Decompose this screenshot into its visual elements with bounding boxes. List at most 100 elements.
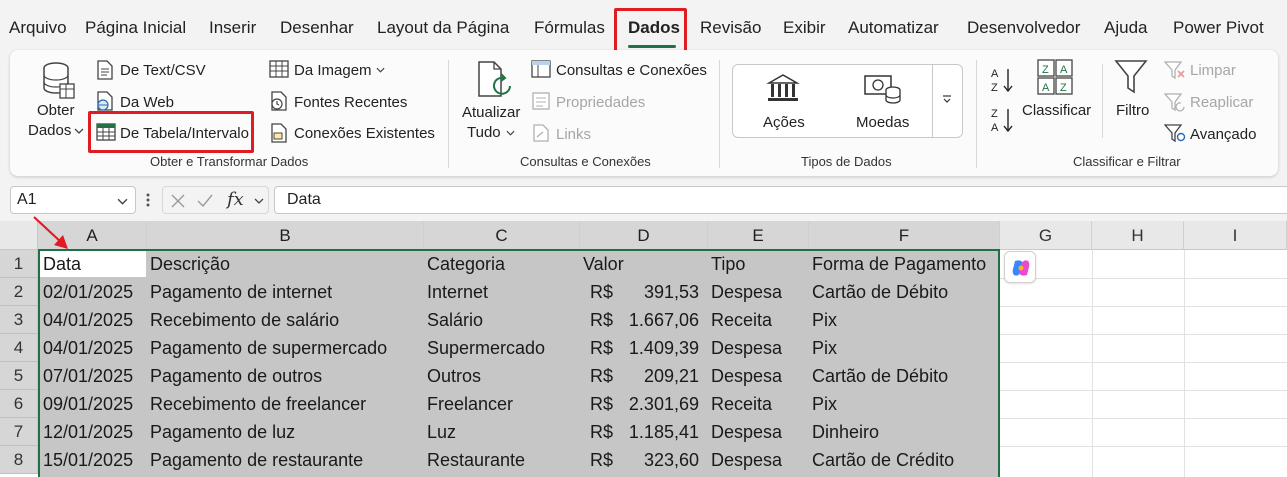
queries-connections-button[interactable]: Consultas e Conexões — [556, 62, 707, 79]
sort-az-icon[interactable]: A Z — [990, 66, 1016, 94]
column-header-i[interactable]: I — [1184, 221, 1287, 250]
column-header-f[interactable]: F — [809, 221, 1000, 250]
cell-payment[interactable]: Cartão de Débito — [812, 362, 948, 390]
cell-date[interactable]: 04/01/2025 — [43, 306, 133, 334]
cell-f1[interactable]: Forma de Pagamento — [812, 250, 986, 278]
tab-pagina-inicial[interactable]: Página Inicial — [85, 18, 186, 38]
column-header-b[interactable]: B — [147, 221, 424, 250]
filter-button[interactable]: Filtro — [1116, 102, 1149, 119]
cell-type[interactable]: Receita — [711, 306, 772, 334]
image-button[interactable]: Da Imagem — [294, 62, 372, 79]
cell-value[interactable]: 1.409,39 — [580, 334, 699, 362]
insert-function-icon[interactable]: fx — [227, 189, 244, 210]
sort-button[interactable]: Classificar — [1022, 102, 1091, 119]
cell-type[interactable]: Despesa — [711, 418, 782, 446]
cell-description[interactable]: Recebimento de freelancer — [150, 390, 366, 418]
cell-date[interactable]: 09/01/2025 — [43, 390, 133, 418]
cell-description[interactable]: Pagamento de outros — [150, 362, 322, 390]
tab-power-pivot[interactable]: Power Pivot — [1173, 18, 1264, 38]
web-button[interactable]: Da Web — [120, 94, 174, 111]
cell-date[interactable]: 12/01/2025 — [43, 418, 133, 446]
cell-category[interactable]: Internet — [427, 278, 488, 306]
cell-category[interactable]: Salário — [427, 306, 483, 334]
cell-description[interactable]: Pagamento de restaurante — [150, 446, 363, 474]
name-box[interactable]: A1 — [10, 186, 136, 214]
refresh-all-label-1[interactable]: Atualizar — [462, 104, 520, 121]
cell-type[interactable]: Despesa — [711, 362, 782, 390]
clear-button[interactable]: Limpar — [1190, 62, 1236, 79]
cell-payment[interactable]: Cartão de Crédito — [812, 446, 954, 474]
obter-dados-label-1[interactable]: Obter — [37, 102, 75, 119]
cell-description[interactable]: Recebimento de salário — [150, 306, 339, 334]
obter-dados-label-2[interactable]: Dados — [28, 122, 71, 139]
row-header-8[interactable]: 8 — [0, 446, 38, 474]
column-header-g[interactable]: G — [1000, 221, 1092, 250]
cell-payment[interactable]: Dinheiro — [812, 418, 879, 446]
tab-arquivo[interactable]: Arquivo — [9, 18, 67, 38]
cell-description[interactable]: Pagamento de luz — [150, 418, 295, 446]
column-header-e[interactable]: E — [708, 221, 809, 250]
stocks-button[interactable]: Ações — [763, 114, 805, 131]
cell-payment[interactable]: Pix — [812, 306, 837, 334]
copilot-button[interactable] — [1004, 251, 1036, 283]
text-csv-button[interactable]: De Text/CSV — [120, 62, 206, 79]
tab-desenvolvedor[interactable]: Desenvolvedor — [967, 18, 1080, 38]
gallery-expand-icon[interactable] — [942, 94, 952, 104]
cell-description[interactable]: Pagamento de supermercado — [150, 334, 387, 362]
properties-button[interactable]: Propriedades — [556, 94, 645, 111]
cell-date[interactable]: 15/01/2025 — [43, 446, 133, 474]
cell-payment[interactable]: Pix — [812, 334, 837, 362]
cell-category[interactable]: Luz — [427, 418, 456, 446]
cell-date[interactable]: 04/01/2025 — [43, 334, 133, 362]
tab-inserir[interactable]: Inserir — [209, 18, 256, 38]
cell-value[interactable]: 323,60 — [580, 446, 699, 474]
cell-b1[interactable]: Descrição — [150, 250, 230, 278]
row-header-3[interactable]: 3 — [0, 306, 38, 334]
cell-description[interactable]: Pagamento de internet — [150, 278, 332, 306]
column-header-c[interactable]: C — [424, 221, 580, 250]
cell-value[interactable]: 2.301,69 — [580, 390, 699, 418]
column-header-d[interactable]: D — [580, 221, 708, 250]
sort-za-icon[interactable]: Z A — [990, 106, 1016, 134]
tab-desenhar[interactable]: Desenhar — [280, 18, 354, 38]
column-header-h[interactable]: H — [1092, 221, 1184, 250]
cell-d1[interactable]: Valor — [583, 250, 624, 278]
links-button[interactable]: Links — [556, 126, 591, 143]
row-header-4[interactable]: 4 — [0, 334, 38, 362]
tab-exibir[interactable]: Exibir — [783, 18, 826, 38]
chevron-down-icon[interactable] — [117, 198, 128, 205]
cell-c1[interactable]: Categoria — [427, 250, 505, 278]
existing-connections-button[interactable]: Conexões Existentes — [294, 125, 435, 142]
cell-date[interactable]: 07/01/2025 — [43, 362, 133, 390]
cell-value[interactable]: 1.185,41 — [580, 418, 699, 446]
cell-value[interactable]: 1.667,06 — [580, 306, 699, 334]
tab-ajuda[interactable]: Ajuda — [1104, 18, 1147, 38]
cell-type[interactable]: Despesa — [711, 446, 782, 474]
advanced-button[interactable]: Avançado — [1190, 126, 1256, 143]
more-options-icon[interactable] — [146, 192, 150, 208]
cell-type[interactable]: Despesa — [711, 278, 782, 306]
cell-payment[interactable]: Pix — [812, 390, 837, 418]
cell-category[interactable]: Supermercado — [427, 334, 545, 362]
formula-input[interactable]: Data — [274, 186, 1287, 214]
cell-value[interactable]: 391,53 — [580, 278, 699, 306]
cell-category[interactable]: Freelancer — [427, 390, 513, 418]
recent-sources-button[interactable]: Fontes Recentes — [294, 94, 407, 111]
cell-type[interactable]: Despesa — [711, 334, 782, 362]
refresh-all-label-2[interactable]: Tudo — [467, 124, 501, 141]
cancel-icon[interactable] — [171, 194, 185, 208]
enter-icon[interactable] — [197, 194, 213, 208]
row-header-7[interactable]: 7 — [0, 418, 38, 446]
tab-formulas[interactable]: Fórmulas — [534, 18, 605, 38]
cell-type[interactable]: Receita — [711, 390, 772, 418]
row-header-2[interactable]: 2 — [0, 278, 38, 306]
cell-value[interactable]: 209,21 — [580, 362, 699, 390]
tab-automatizar[interactable]: Automatizar — [848, 18, 939, 38]
cell-category[interactable]: Restaurante — [427, 446, 525, 474]
tab-layout-da-pagina[interactable]: Layout da Página — [377, 18, 509, 38]
cell-date[interactable]: 02/01/2025 — [43, 278, 133, 306]
row-header-6[interactable]: 6 — [0, 390, 38, 418]
chevron-down-icon[interactable] — [254, 198, 264, 204]
cell-payment[interactable]: Cartão de Débito — [812, 278, 948, 306]
currencies-button[interactable]: Moedas — [856, 114, 909, 131]
